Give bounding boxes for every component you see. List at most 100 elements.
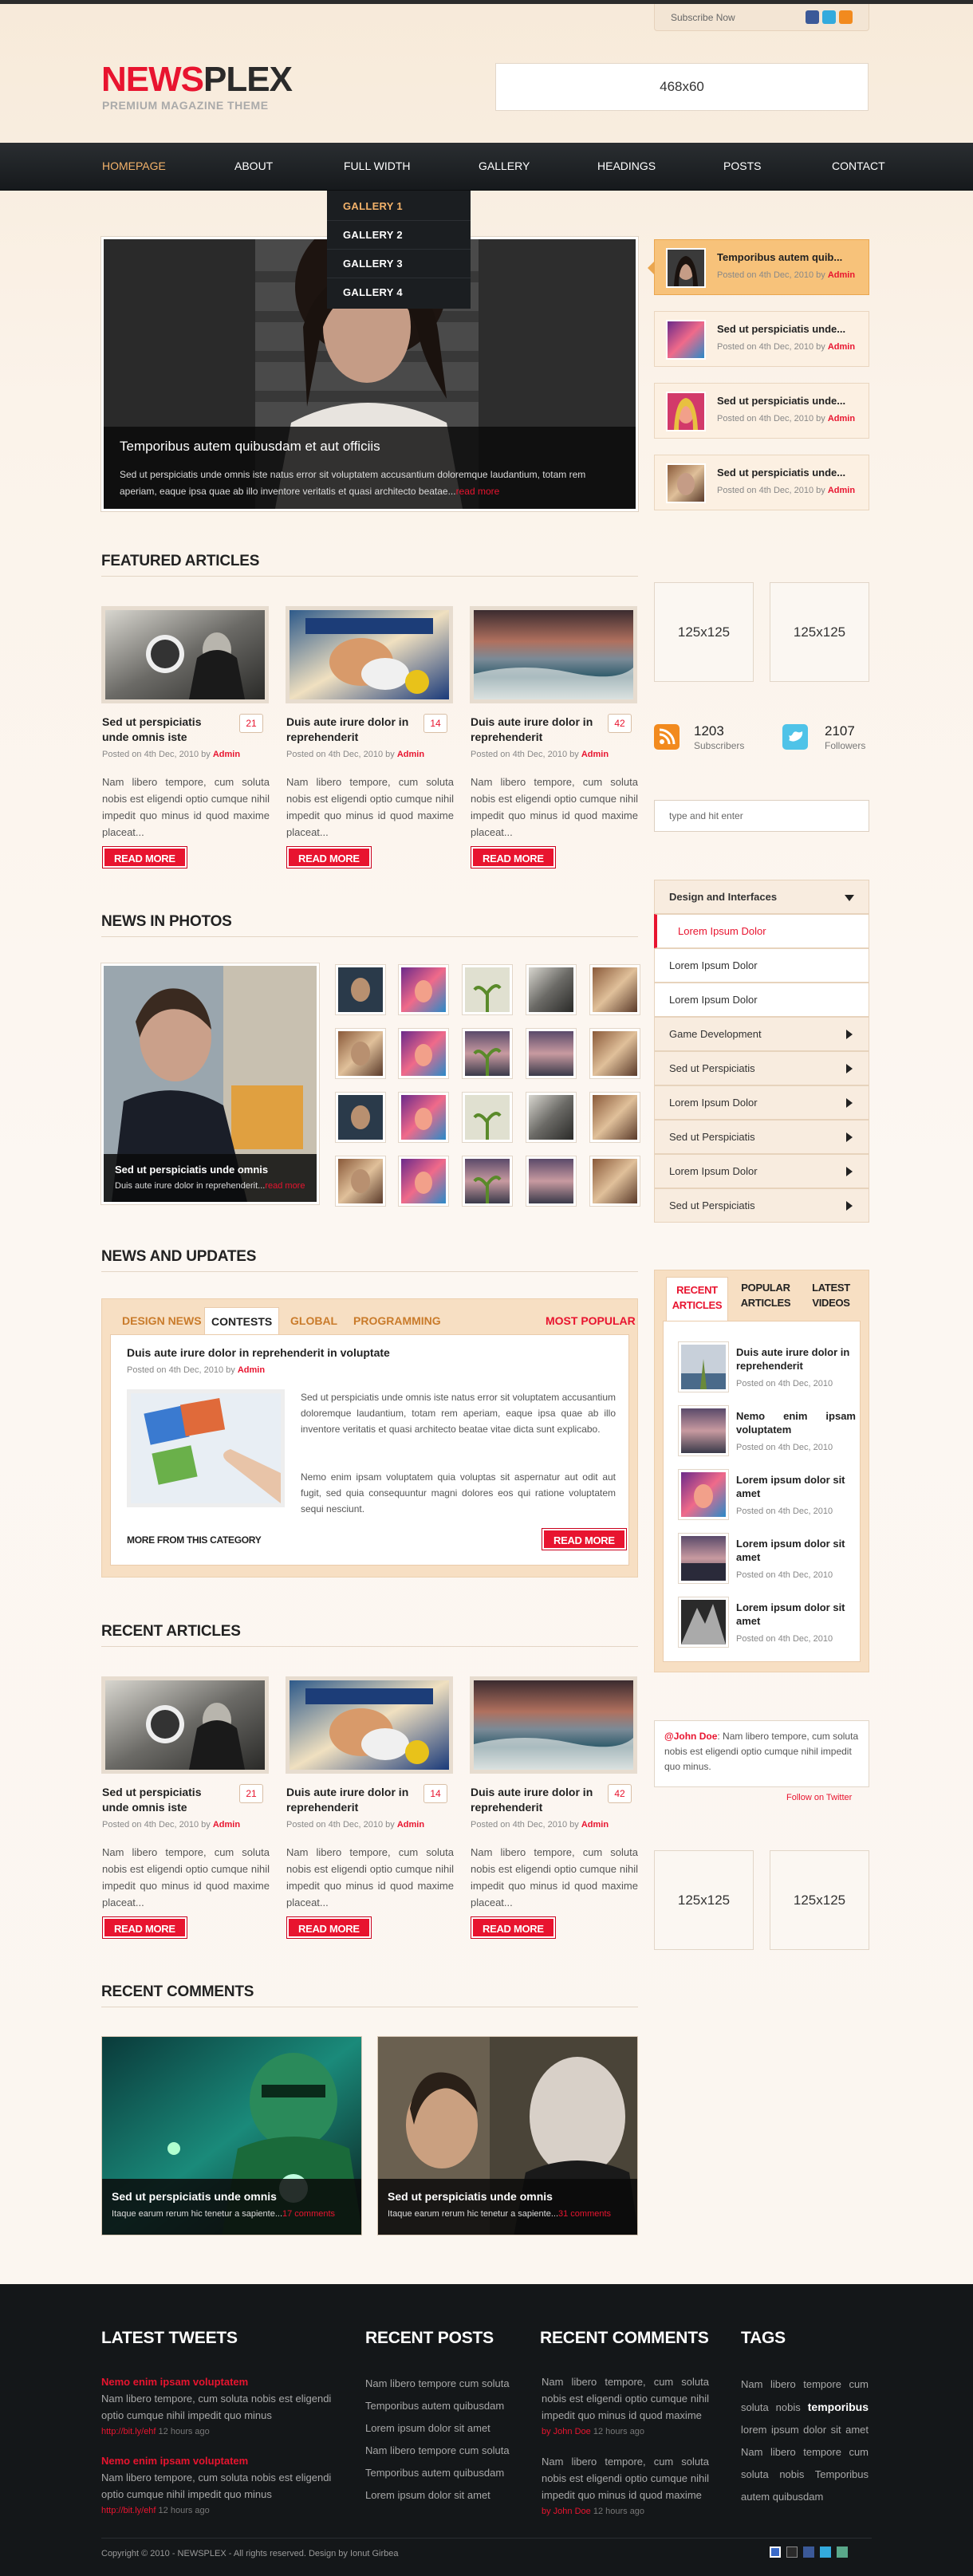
photo-thumbnail[interactable] <box>463 965 512 1014</box>
subscribe-link[interactable]: Subscribe Now <box>671 12 735 23</box>
photo-thumbnail[interactable] <box>590 1156 640 1206</box>
article-author[interactable]: Admin <box>213 1820 240 1830</box>
footer-comment-author[interactable]: by John Doe <box>542 2507 591 2516</box>
article-author[interactable]: Admin <box>397 750 424 759</box>
article-title[interactable]: Sed ut perspiciatis unde omnis iste <box>102 1785 230 1815</box>
delicious-icon[interactable] <box>770 2546 781 2558</box>
article-title[interactable]: Duis aute irure dolor in reprehenderit <box>286 715 414 745</box>
read-more-button[interactable]: READ MORE <box>542 1529 626 1550</box>
footer-post-link[interactable]: Lorem ipsum dolor sit amet <box>365 2484 510 2507</box>
dropdown-gallery-3[interactable]: GALLERY 3 <box>343 258 403 270</box>
article-image[interactable] <box>286 606 453 703</box>
read-more-button[interactable]: READ MORE <box>471 847 555 868</box>
photo-thumbnail[interactable] <box>336 1029 385 1078</box>
category-menu-item[interactable]: Game Development <box>654 1017 869 1051</box>
read-more-button[interactable]: READ MORE <box>287 1917 371 1938</box>
article-author[interactable]: Admin <box>581 750 609 759</box>
ad-125x125[interactable]: 125x125 <box>654 1850 754 1950</box>
photo-thumbnail[interactable] <box>526 965 576 1014</box>
photo-thumbnail[interactable] <box>526 1029 576 1078</box>
photo-thumbnail[interactable] <box>463 1156 512 1206</box>
category-menu-item[interactable]: Lorem Ipsum Dolor <box>654 1085 869 1120</box>
comment-feature[interactable]: Sed ut perspiciatis unde omnis Itaque ea… <box>377 2036 638 2235</box>
category-menu-item[interactable]: Lorem Ipsum Dolor <box>654 1154 869 1188</box>
footer-post-link[interactable]: Lorem ipsum dolor sit amet <box>365 2417 510 2440</box>
photo-thumbnail[interactable] <box>336 965 385 1014</box>
tab-article-image[interactable] <box>127 1389 285 1507</box>
thumb-author[interactable]: Admin <box>828 342 855 352</box>
tab-article-author[interactable]: Admin <box>238 1365 265 1375</box>
photo-thumbnail[interactable] <box>590 965 640 1014</box>
photo-thumbnail[interactable] <box>336 1093 385 1142</box>
comment-count-link[interactable]: 31 comments <box>558 2209 611 2219</box>
category-menu-header[interactable]: Design and Interfaces <box>654 880 869 914</box>
nav-posts[interactable]: POSTS <box>723 160 761 172</box>
photo-thumbnail[interactable] <box>526 1093 576 1142</box>
logo[interactable]: NEWSPLEX <box>101 62 293 97</box>
article-title[interactable]: Duis aute irure dolor in reprehenderit <box>471 715 598 745</box>
facebook-icon[interactable] <box>806 10 819 24</box>
ad-125x125[interactable]: 125x125 <box>654 582 754 682</box>
tag-link[interactable]: temporibus <box>808 2401 869 2413</box>
comment-feature[interactable]: Sed ut perspiciatis unde omnis Itaque ea… <box>101 2036 362 2235</box>
category-menu-item[interactable]: Sed ut Perspiciatis <box>654 1120 869 1154</box>
footer-tweet-title[interactable]: Nemo enim ipsam voluptatem <box>101 2373 341 2390</box>
category-menu-item[interactable]: Sed ut Perspiciatis <box>654 1051 869 1085</box>
recent-article-item[interactable]: Nemo enim ipsam voluptatem Posted on 4th… <box>679 1406 856 1462</box>
recent-article-item[interactable]: Lorem ipsum dolor sit amet Posted on 4th… <box>679 1597 854 1653</box>
read-more-button[interactable]: READ MORE <box>103 1917 187 1938</box>
read-more-button[interactable]: READ MORE <box>103 847 187 868</box>
slider-title[interactable]: Temporibus autem quibusdam et aut offici… <box>120 439 380 455</box>
footer-post-link[interactable]: Temporibus autem quibusdam <box>365 2395 510 2417</box>
photo-read-more[interactable]: read more <box>265 1181 305 1191</box>
article-author[interactable]: Admin <box>581 1820 609 1830</box>
slider-thumb[interactable]: Sed ut perspiciatis unde... Posted on 4t… <box>654 311 869 367</box>
photo-thumbnail[interactable] <box>336 1156 385 1206</box>
tab-article-title[interactable]: Duis aute irure dolor in reprehenderit i… <box>127 1346 390 1359</box>
footer-comment-author[interactable]: by John Doe <box>542 2427 591 2436</box>
tab-latest-videos[interactable]: LATEST VIDEOS <box>803 1280 859 1310</box>
photo-feature-image[interactable]: Sed ut perspiciatis unde omnis Duis aute… <box>101 963 319 1204</box>
photo-thumbnail[interactable] <box>463 1029 512 1078</box>
photo-thumbnail[interactable] <box>399 1156 448 1206</box>
slider-thumb[interactable]: Sed ut perspiciatis unde... Posted on 4t… <box>654 455 869 510</box>
comment-count-badge[interactable]: 42 <box>608 714 632 733</box>
footer-tweet-link[interactable]: http://bit.ly/ehf <box>101 2427 156 2436</box>
read-more-button[interactable]: READ MORE <box>287 847 371 868</box>
tab-programming[interactable]: PROGRAMMING <box>353 1307 441 1334</box>
dropdown-gallery-2[interactable]: GALLERY 2 <box>343 229 403 241</box>
comment-count-badge[interactable]: 42 <box>608 1784 632 1803</box>
nav-homepage[interactable]: HOMEPAGE <box>102 160 166 172</box>
article-author[interactable]: Admin <box>213 750 240 759</box>
photo-thumbnail[interactable] <box>463 1093 512 1142</box>
photo-thumbnail[interactable] <box>590 1029 640 1078</box>
footer-tweet-title[interactable]: Nemo enim ipsam voluptatem <box>101 2452 341 2469</box>
comment-count-badge[interactable]: 14 <box>423 714 447 733</box>
nav-headings[interactable]: HEADINGS <box>597 160 656 172</box>
more-from-category-link[interactable]: MORE FROM THIS CATEGORY <box>127 1534 262 1546</box>
tab-popular-articles[interactable]: POPULAR ARTICLES <box>736 1280 795 1310</box>
read-more-button[interactable]: READ MORE <box>471 1917 555 1938</box>
thumb-author[interactable]: Admin <box>828 414 855 423</box>
photo-thumbnail[interactable] <box>399 1029 448 1078</box>
slider-read-more[interactable]: read more <box>456 486 500 497</box>
recent-article-item[interactable]: Lorem ipsum dolor sit amet Posted on 4th… <box>679 1470 854 1526</box>
twitter-bird-icon[interactable] <box>782 724 808 750</box>
article-title[interactable]: Duis aute irure dolor in reprehenderit <box>471 1785 598 1815</box>
comment-count-badge[interactable]: 14 <box>423 1784 447 1803</box>
footer-tweet-link[interactable]: http://bit.ly/ehf <box>101 2506 156 2515</box>
tag-link[interactable]: Nam libero tempore cum soluta nobis Temp… <box>741 2446 869 2503</box>
nav-gallery[interactable]: GALLERY <box>479 160 530 172</box>
footer-post-link[interactable]: Temporibus autem quibusdam <box>365 2462 510 2484</box>
tab-global[interactable]: GLOBAL <box>290 1307 337 1334</box>
banner-ad-468x60[interactable]: 468x60 <box>495 63 869 111</box>
category-menu-item[interactable]: Lorem Ipsum Dolor <box>654 914 869 948</box>
article-image[interactable] <box>101 1676 269 1774</box>
facebook-icon[interactable] <box>803 2546 814 2558</box>
tweet-user-link[interactable]: @John Doe <box>664 1731 717 1742</box>
search-input[interactable]: type and hit enter <box>654 800 869 832</box>
photo-thumbnail[interactable] <box>590 1093 640 1142</box>
digg-icon[interactable] <box>837 2546 848 2558</box>
category-menu-item[interactable]: Sed ut Perspiciatis <box>654 1188 869 1223</box>
article-image[interactable] <box>470 606 637 703</box>
